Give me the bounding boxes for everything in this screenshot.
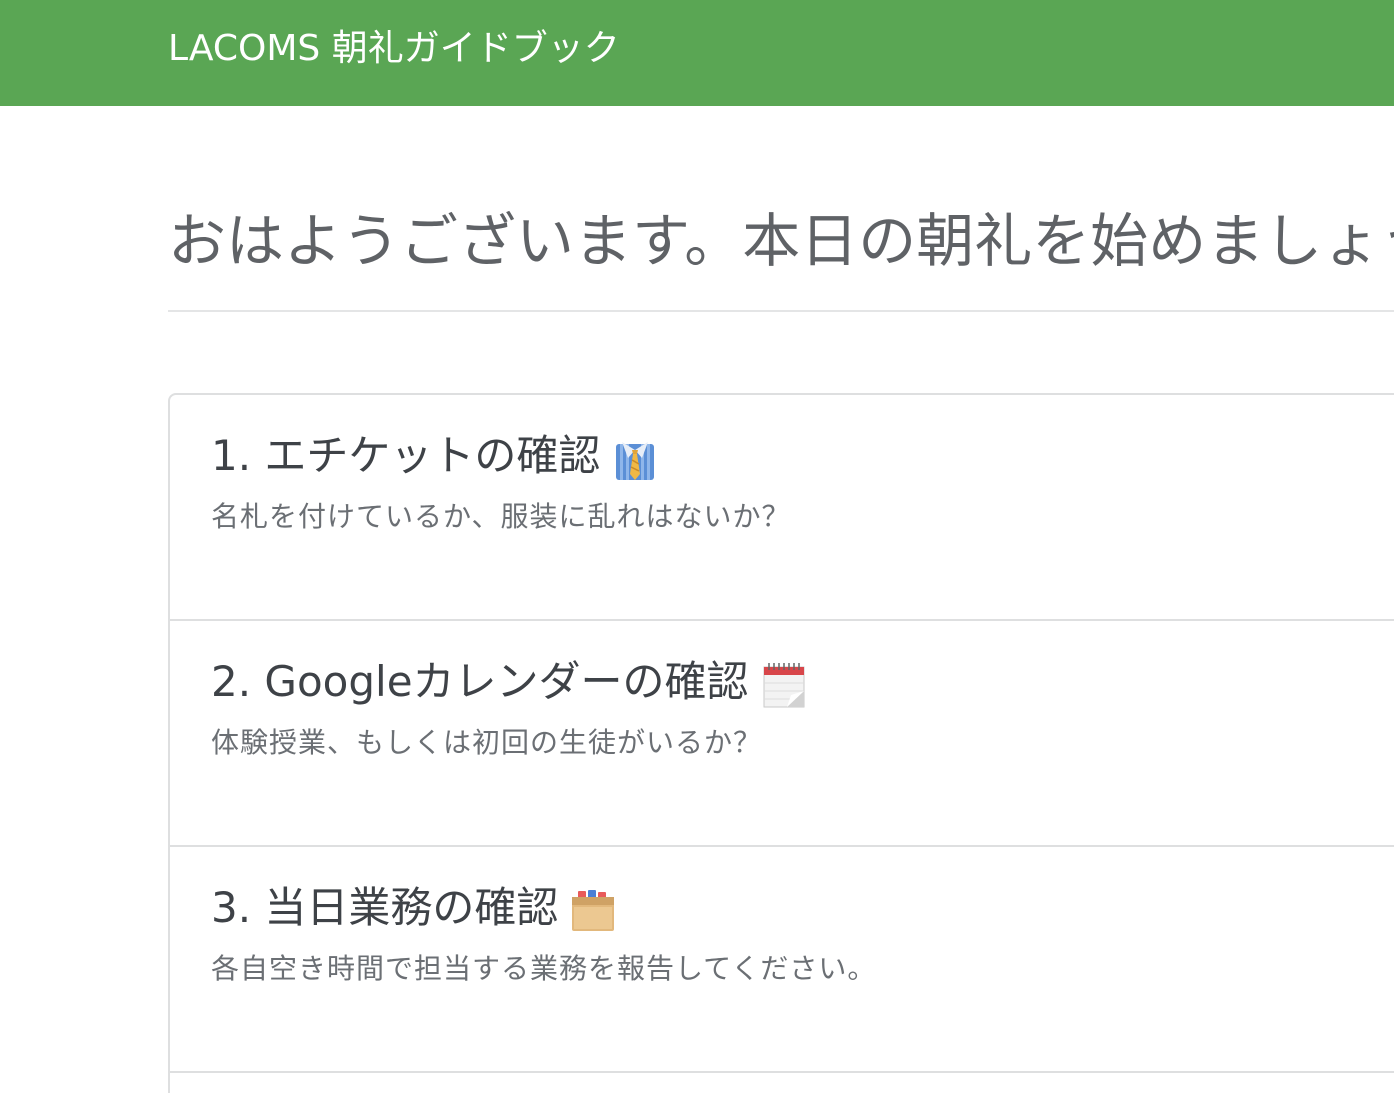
item-heading-text: 1. エチケットの確認 — [211, 431, 601, 480]
brand-link[interactable]: LACOMS 朝礼ガイドブック — [168, 27, 620, 71]
card-file-box-icon — [570, 889, 616, 933]
calendar-icon — [761, 661, 807, 709]
checklist: 1. エチケットの確認 名札を付けているか、服装に乱れはないか？ 2. Goog… — [168, 393, 1394, 1093]
item-heading: 3. 当日業務の確認 — [211, 881, 616, 935]
item-heading: 1. エチケットの確認 — [211, 429, 658, 483]
list-item-etiquette[interactable]: 1. エチケットの確認 名札を付けているか、服装に乱れはないか？ — [170, 395, 1394, 621]
item-description: 名札を付けているか、服装に乱れはないか？ — [211, 500, 791, 533]
item-heading-text: 3. 当日業務の確認 — [211, 883, 559, 932]
item-description: 各自空き時間で担当する業務を報告してください。 — [211, 952, 877, 985]
page-title: おはようございます。本日の朝礼を始めましょう — [168, 207, 1394, 275]
navbar: LACOMS 朝礼ガイドブック — [0, 0, 1394, 106]
list-item-daily-tasks[interactable]: 3. 当日業務の確認 各自空き時間で担当する業務を報告してください。 — [170, 847, 1394, 1073]
item-heading-text: 2. Googleカレンダーの確認 — [211, 657, 749, 706]
list-item-google-calendar[interactable]: 2. Googleカレンダーの確認 体験授業、もしくは初回の生徒がいるか？ — [170, 621, 1394, 847]
divider — [168, 310, 1394, 312]
necktie-shirt-icon — [612, 436, 658, 482]
item-description: 体験授業、もしくは初回の生徒がいるか？ — [211, 726, 763, 759]
item-heading: 2. Googleカレンダーの確認 — [211, 655, 807, 709]
